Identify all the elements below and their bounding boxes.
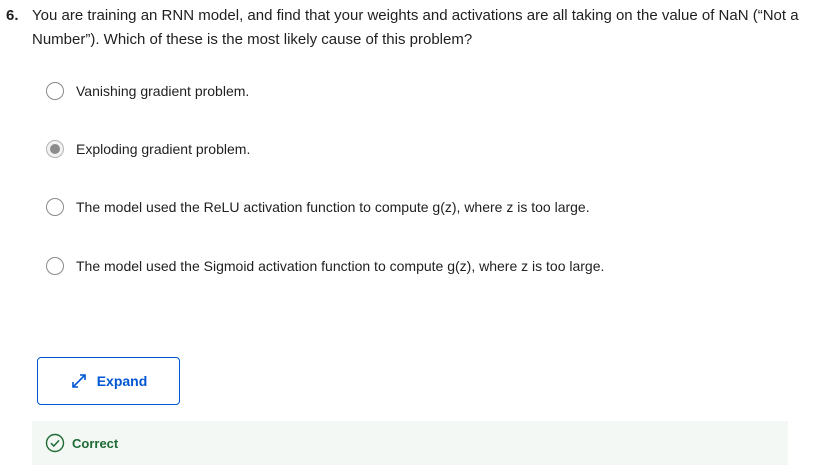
- result-feedback: Correct: [32, 421, 788, 465]
- option-label: The model used the ReLU activation funct…: [76, 199, 590, 215]
- result-label: Correct: [72, 435, 119, 451]
- option-exploding-gradient[interactable]: Exploding gradient problem.: [46, 137, 250, 161]
- option-label: Vanishing gradient problem.: [76, 83, 250, 99]
- question-text: You are training an RNN model, and find …: [32, 7, 799, 48]
- radio-button[interactable]: [46, 82, 64, 100]
- radio-button[interactable]: [46, 257, 64, 275]
- option-label: The model used the Sigmoid activation fu…: [76, 258, 605, 274]
- expand-button-label: Expand: [96, 373, 148, 389]
- option-vanishing-gradient[interactable]: Vanishing gradient problem.: [46, 79, 249, 103]
- question-number: 6.: [6, 7, 19, 24]
- radio-button[interactable]: [46, 198, 64, 216]
- radio-button-selected[interactable]: [46, 140, 64, 158]
- question: 6. You are training an RNN model, and fi…: [6, 4, 806, 52]
- radio-dot: [50, 144, 60, 154]
- option-label: Exploding gradient problem.: [76, 141, 251, 157]
- expand-arrows-icon: [70, 372, 88, 390]
- check-circle-icon: [45, 433, 65, 453]
- expand-button[interactable]: Expand: [37, 357, 180, 405]
- option-sigmoid-activation[interactable]: The model used the Sigmoid activation fu…: [46, 254, 604, 278]
- quiz-page: 6. You are training an RNN model, and fi…: [0, 0, 828, 472]
- option-relu-activation[interactable]: The model used the ReLU activation funct…: [46, 195, 590, 219]
